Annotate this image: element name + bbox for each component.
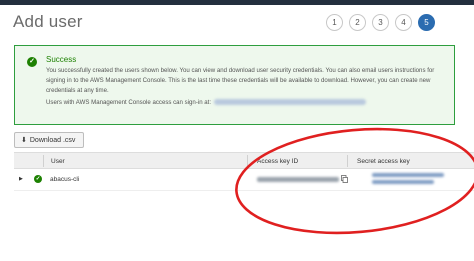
column-header-user: User	[51, 158, 65, 165]
credentials-table: User Access key ID Secret access key ▶ ✓…	[14, 152, 474, 191]
step-1[interactable]: 1	[326, 14, 343, 31]
step-4[interactable]: 4	[395, 14, 412, 31]
column-header-secret-access-key: Secret access key	[357, 158, 410, 165]
signin-url-link[interactable]	[214, 99, 367, 106]
download-icon: ⬇	[21, 137, 27, 144]
table-row: ▶ ✓ abacus-cli	[14, 169, 474, 191]
access-key-id-value	[257, 177, 339, 182]
signin-line: Users with AWS Management Console access…	[46, 99, 367, 106]
red-ellipse-annotation	[235, 127, 474, 235]
secret-access-key-value-line2	[372, 180, 434, 184]
column-divider	[347, 155, 348, 167]
check-circle-icon: ✓	[27, 57, 37, 67]
page-title: Add user	[13, 12, 83, 31]
success-check-icon: ✓	[34, 175, 42, 183]
column-header-access-key-id: Access key ID	[257, 158, 299, 165]
alert-title: Success	[46, 55, 77, 64]
step-2[interactable]: 2	[349, 14, 366, 31]
step-3[interactable]: 3	[372, 14, 389, 31]
wizard-steps: 1 2 3 4 5	[326, 14, 435, 31]
expand-row-icon[interactable]: ▶	[19, 176, 23, 182]
column-divider	[247, 155, 248, 167]
secret-access-key-value	[372, 173, 444, 177]
copy-icon[interactable]	[341, 175, 348, 183]
signin-label: Users with AWS Management Console access…	[46, 99, 212, 106]
user-name: abacus-cli	[50, 176, 80, 183]
step-5[interactable]: 5	[418, 14, 435, 31]
download-csv-button[interactable]: ⬇ Download .csv	[14, 132, 85, 148]
column-divider	[43, 155, 44, 167]
download-label: Download .csv	[29, 136, 76, 144]
alert-body: You successfully created the users shown…	[46, 67, 435, 94]
success-alert: ✓ Success You successfully created the u…	[14, 45, 455, 125]
top-nav-bar	[0, 0, 474, 5]
table-header: User Access key ID Secret access key	[14, 152, 474, 169]
